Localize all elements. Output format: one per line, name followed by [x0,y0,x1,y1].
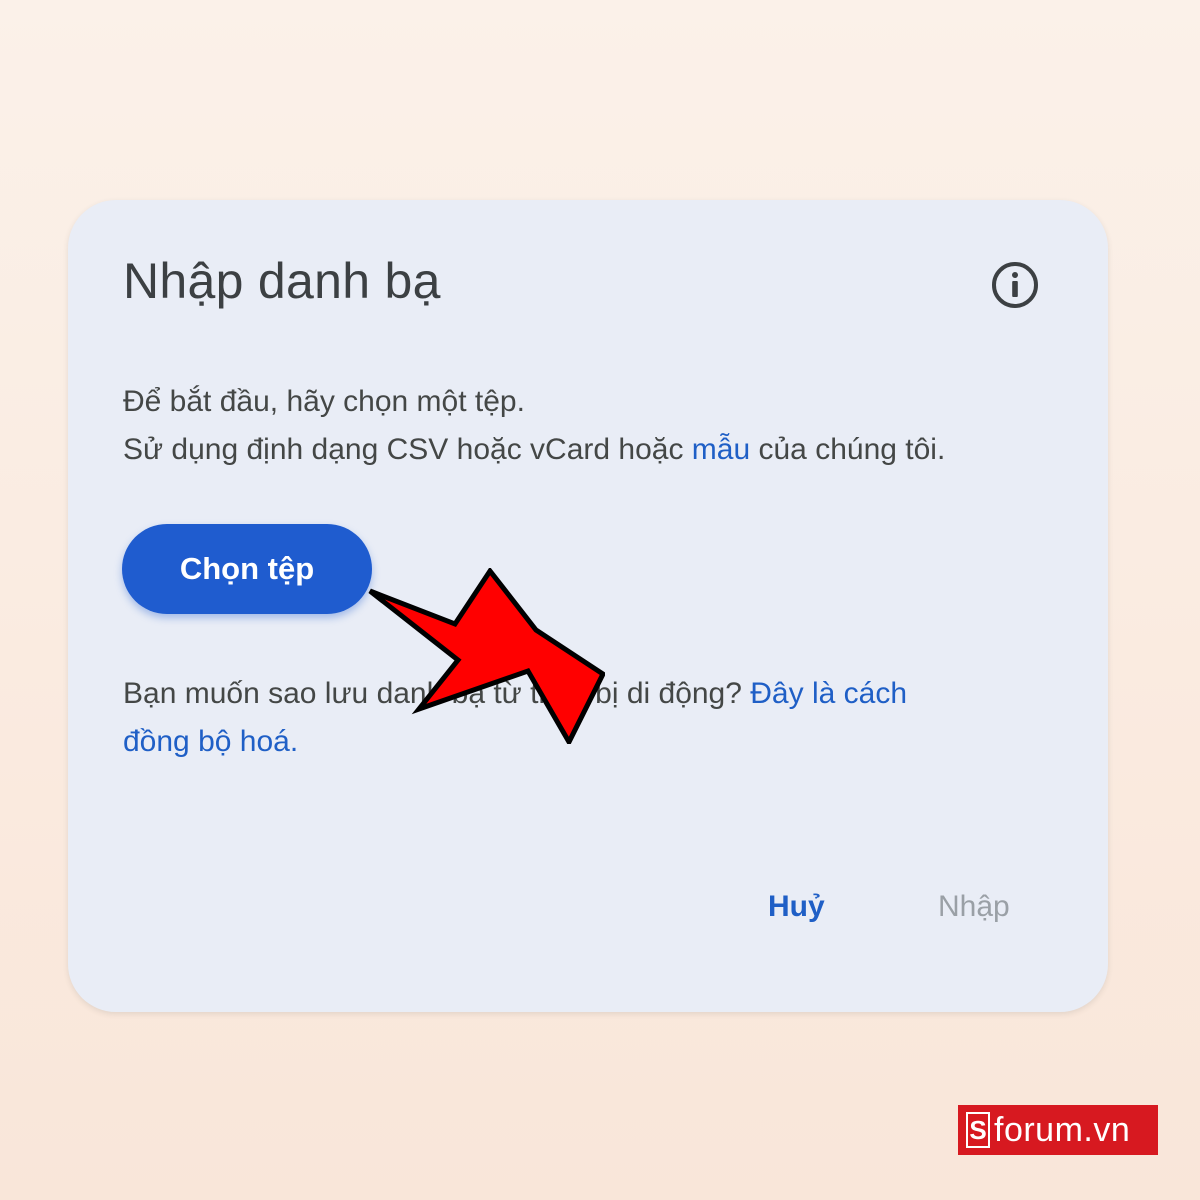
sforum-logo-icon: S [966,1112,990,1148]
import-button: Nhập [938,890,1010,923]
description-text-suffix: của chúng tôi. [750,433,946,466]
cancel-button[interactable]: Huỷ [768,890,825,924]
description-line-2: Sử dụng định dạng CSV hoặc vCard hoặc mẫ… [123,426,945,474]
dialog-title: Nhập danh bạ [123,253,441,309]
watermark-text: forum.vn [994,1111,1131,1149]
description-text-prefix: Sử dụng định dạng CSV hoặc vCard hoặc [123,433,692,466]
sync-guide-link-continued[interactable]: đồng bộ hoá. [123,725,298,758]
red-arrow-icon [368,568,605,744]
sync-guide-link[interactable]: Đây là cách [750,677,907,710]
info-icon[interactable] [990,260,1040,310]
dialog-description: Để bắt đầu, hãy chọn một tệp. Sử dụng đị… [123,378,945,474]
sforum-watermark: S forum.vn [958,1105,1158,1155]
choose-file-button[interactable]: Chọn tệp [122,524,372,614]
description-line-1: Để bắt đầu, hãy chọn một tệp. [123,385,525,418]
template-link[interactable]: mẫu [692,433,750,466]
